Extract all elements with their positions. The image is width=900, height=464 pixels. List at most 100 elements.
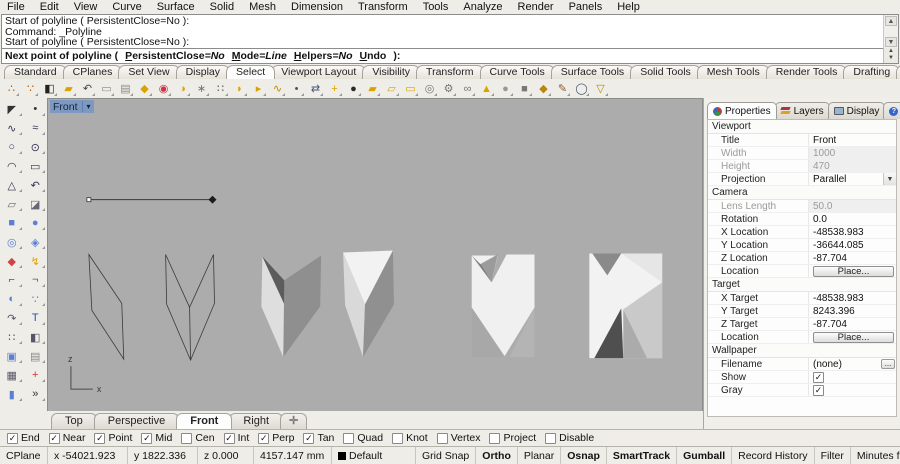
osnap-checkbox-end[interactable]: ✓: [7, 432, 18, 444]
toolbar-tab-new-in-v5[interactable]: New in V5: [896, 65, 900, 79]
display-mode-icon[interactable]: ◧: [41, 81, 58, 97]
pipe-right-icon[interactable]: ¬: [24, 271, 48, 289]
prompt-option-label[interactable]: PersistentClose: [125, 50, 204, 62]
property-value[interactable]: -48538.983: [808, 292, 896, 304]
point-grid-icon[interactable]: ∷: [0, 328, 24, 346]
osnap-checkbox-knot[interactable]: [392, 432, 404, 444]
spinner-up-icon[interactable]: ▲: [884, 48, 898, 55]
toggle-ortho[interactable]: Ortho: [476, 447, 518, 464]
stack-icon[interactable]: ▤: [24, 347, 48, 365]
menu-item-file[interactable]: File: [7, 1, 25, 13]
active-layer-selector[interactable]: Default: [332, 447, 416, 464]
menu-item-view[interactable]: View: [74, 1, 98, 13]
color-wheel-icon[interactable]: ◉: [155, 81, 172, 97]
property-value-text[interactable]: -36644.085: [813, 240, 864, 251]
property-value-text[interactable]: -48538.983: [813, 227, 864, 238]
panel-tab-properties[interactable]: Properties: [707, 102, 777, 119]
property-value-text[interactable]: -48538.983: [813, 293, 864, 304]
solid-tools-icon[interactable]: ▣: [0, 347, 24, 365]
command-history[interactable]: Start of polyline ( PersistentClose=No )…: [2, 15, 898, 48]
solid-box-icon[interactable]: ■: [0, 214, 24, 232]
osnap-checkbox-near[interactable]: ✓: [48, 432, 60, 444]
toggle-filter[interactable]: Filter: [815, 447, 851, 464]
surface-plane-icon[interactable]: ▱: [0, 195, 24, 213]
checkbox[interactable]: ✓: [813, 384, 824, 396]
toggle-osnap[interactable]: Osnap: [561, 447, 607, 464]
block-icon[interactable]: ◆: [0, 252, 24, 270]
surface-icon[interactable]: ▰: [364, 81, 381, 97]
toggle-planar[interactable]: Planar: [518, 447, 562, 464]
render-sphere-icon[interactable]: ●: [497, 81, 514, 97]
control-point-icon[interactable]: •: [288, 81, 305, 97]
place-button[interactable]: Place...: [813, 331, 894, 343]
spinner-down-icon[interactable]: ▼: [884, 55, 898, 62]
paintbrush-icon[interactable]: ✎: [554, 81, 571, 97]
prompt-option[interactable]: Undo: [360, 50, 387, 62]
curve-arrow-icon[interactable]: ↷: [0, 309, 24, 327]
cone-icon[interactable]: ▲: [478, 81, 495, 97]
select-arrow-icon[interactable]: ◤: [0, 100, 24, 118]
prompt-option-label[interactable]: Mode: [232, 50, 259, 62]
osnap-item-disable[interactable]: Disable: [545, 432, 594, 444]
ellipse-icon[interactable]: ⊙: [24, 138, 48, 156]
viewport-tab-top[interactable]: Top: [51, 413, 97, 429]
osnap-checkbox-cen[interactable]: [181, 432, 193, 444]
prompt-option[interactable]: Mode=Line: [232, 50, 287, 62]
scroll-up-icon[interactable]: ▲: [885, 16, 897, 26]
object-properties-icon[interactable]: ∴: [3, 81, 20, 97]
render-spray-icon[interactable]: ∗: [193, 81, 210, 97]
plane-icon[interactable]: ▱: [383, 81, 400, 97]
prompt-option[interactable]: PersistentClose=No: [125, 50, 225, 62]
property-value[interactable]: ✓: [808, 384, 896, 396]
property-value[interactable]: -87.704: [808, 252, 896, 264]
toolbar-tab-standard[interactable]: Standard: [4, 65, 67, 79]
toolbar-tab-cplanes[interactable]: CPlanes: [62, 65, 123, 79]
prompt-option-label[interactable]: Helpers: [294, 50, 333, 62]
more-tools-icon[interactable]: »: [24, 385, 48, 403]
pipe-left-icon[interactable]: ⌐: [0, 271, 24, 289]
chevron-down-icon[interactable]: ▾: [87, 102, 91, 111]
osnap-item-cen[interactable]: Cen: [181, 432, 215, 444]
menu-item-curve[interactable]: Curve: [112, 1, 141, 13]
osnap-item-project[interactable]: Project: [489, 432, 536, 444]
render-cube-icon[interactable]: ■: [516, 81, 533, 97]
toggle-smarttrack[interactable]: SmartTrack: [607, 447, 678, 464]
link-icon[interactable]: ∞: [459, 81, 476, 97]
property-value[interactable]: -87.704: [808, 318, 896, 330]
osnap-checkbox-vertex[interactable]: [436, 432, 448, 444]
prompt-option-label[interactable]: Undo: [360, 50, 387, 62]
property-value[interactable]: Place...: [808, 265, 896, 277]
toolbar-tab-surface-tools[interactable]: Surface Tools: [550, 65, 635, 79]
prompt-option[interactable]: Helpers=No: [294, 50, 353, 62]
osnap-item-mid[interactable]: ✓ Mid: [141, 432, 172, 444]
property-value[interactable]: (none)...: [808, 358, 896, 370]
explode-icon[interactable]: ↯: [24, 252, 48, 270]
zoom-lens-icon[interactable]: ◯: [573, 81, 590, 97]
property-value-text[interactable]: 0.0: [813, 214, 827, 225]
polyline-icon[interactable]: ∿: [0, 119, 24, 137]
deform-icon[interactable]: ◈: [24, 233, 48, 251]
property-value[interactable]: Front: [808, 134, 896, 146]
toolbar-tab-mesh-tools[interactable]: Mesh Tools: [696, 65, 770, 79]
property-value[interactable]: Place...: [808, 331, 896, 343]
panel-tab-help[interactable]: ?Help: [883, 102, 900, 119]
osnap-item-end[interactable]: ✓ End: [7, 432, 40, 444]
swap-arrows-icon[interactable]: ⇄: [307, 81, 324, 97]
toolbar-tab-select[interactable]: Select: [226, 65, 276, 79]
osnap-item-point[interactable]: ✓ Point: [94, 432, 132, 444]
osnap-item-vertex[interactable]: Vertex: [436, 432, 480, 444]
osnap-item-knot[interactable]: Knot: [392, 432, 428, 444]
menu-item-edit[interactable]: Edit: [40, 1, 59, 13]
menu-item-mesh[interactable]: Mesh: [249, 1, 276, 13]
move-icon[interactable]: +: [326, 81, 343, 97]
spiral-icon[interactable]: ◎: [421, 81, 438, 97]
cplane-selector[interactable]: CPlane: [0, 447, 48, 464]
half-disc-icon[interactable]: ◗: [231, 81, 248, 97]
property-value-text[interactable]: 8243.396: [813, 306, 855, 317]
rectangle-icon[interactable]: ▭: [402, 81, 419, 97]
toolbar-tab-curve-tools[interactable]: Curve Tools: [479, 65, 555, 79]
point-cloud-icon[interactable]: ∷: [212, 81, 229, 97]
osnap-checkbox-mid[interactable]: ✓: [141, 432, 153, 444]
rectangle-icon[interactable]: ▭: [24, 157, 48, 175]
layer-state-icon[interactable]: ∵: [22, 81, 39, 97]
